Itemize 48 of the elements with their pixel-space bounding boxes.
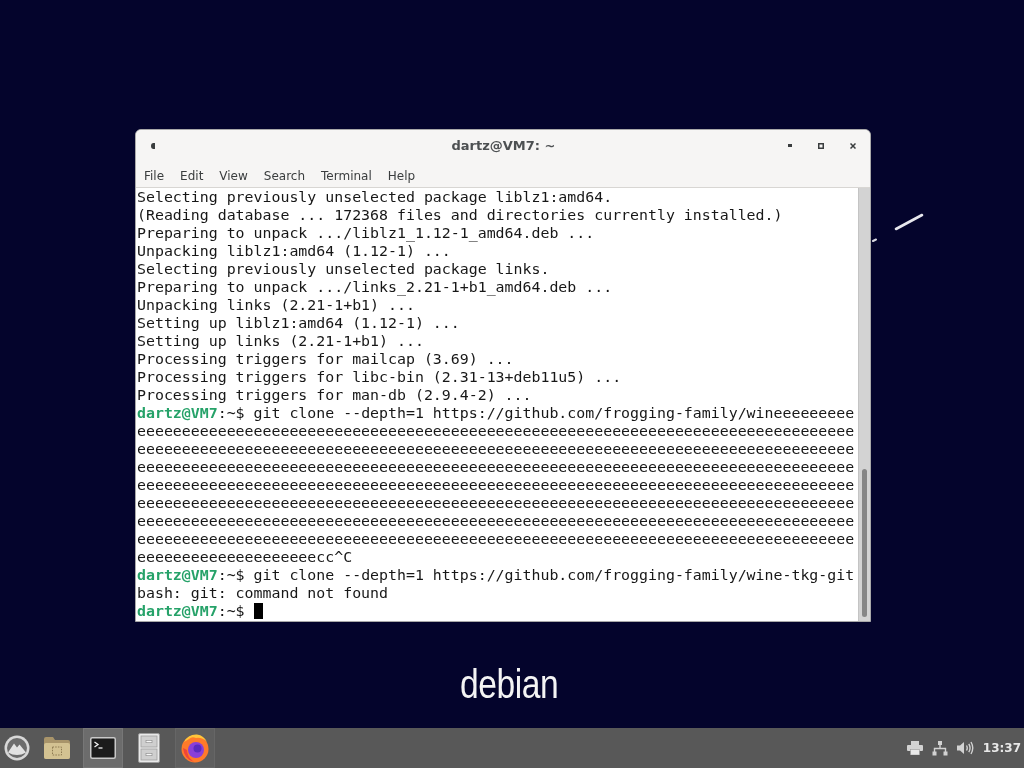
menu-item[interactable]: Edit [172,165,212,186]
menu-item[interactable]: Terminal [313,165,380,186]
network-icon[interactable] [931,740,948,756]
output-line: eeeeeeeeeeeeeeeeeeeeeeeeeeeeeeeeeeeeeeeeeeeeeeeeeeeeeeeeeeeeeeeeeeeeeeeeeeeeeeee [137,440,855,458]
light-streak-drawing [872,213,924,243]
logo-text: debian [460,664,559,704]
shell-prompt: dartz@VM7:~$ [137,566,245,584]
output-line: bash: git: command not found [137,584,389,602]
shell-prompt: dartz@VM7:~$ [137,404,245,422]
window-menu-icon[interactable] [151,142,155,149]
menu-item[interactable]: View [211,165,256,186]
output-line: Setting up links (2.21-1+b1) ... [137,332,424,350]
folder-icon[interactable] [43,736,71,760]
menu-item[interactable]: File [136,165,173,186]
output-line: Setting up liblz1:amd64 (1.12-1) ... [137,314,460,332]
output-line: eeeeeeeeeeeeeeeeeeeeeeeeeeeeeeeeeeeeeeeeeeeeeeeeeeeeeeeeeeeeeeeeeeeeeeeeeeeeeeee [137,422,855,440]
command-text: git clone --depth=1 https://github.com/frogging-family/wine-tkg-git [253,566,855,584]
output-line: Unpacking liblz1:amd64 (1.12-1) ... [137,242,451,260]
output-line: eeeeeeeeeeeeeeeeeeeeeeeeeeeeeeeeeeeeeeeeeeeeeeeeeeeeeeeeeeeeeeeeeeeeeeeeeeeeeeee [137,494,855,512]
menu-item[interactable]: Search [255,165,314,186]
output-line: Processing triggers for man-db (2.9.4-2) ... [137,386,532,404]
output-line: eeeeeeeeeeeeeeeeeeeeeeeeeeeeeeeeeeeeeeeeeeeeeeeeeeeeeeeeeeeeeeeeeeeeeeeeeeeeeeee [137,530,855,548]
mountain-circle-icon[interactable] [4,735,30,761]
output-line: eeeeeeeeeeeeeeeeeeeeeeeeeeeeeeeeeeeeeeeeeeeeeeeeeeeeeeeeeeeeeeeeeeeeeeeeeeeeeeee [137,512,855,530]
scrollbar-thumb[interactable] [862,469,867,617]
output-line: eeeeeeeeeeeeeeeeeeeeeeeeeeeeeeeeeeeeeeeeeeeeeeeeeeeeeeeeeeeeeeeeeeeeeeeeeeeeeeee [137,458,855,476]
printer-icon[interactable] [906,741,923,755]
shell-prompt: dartz@VM7:~$ [137,602,245,620]
scrollbar-track[interactable] [858,188,870,621]
taskbar-button[interactable] [83,728,123,768]
window-title: dartz@VM7: ~ [451,138,556,153]
output-line: Selecting previously unselected package links. [137,260,550,278]
maximize-icon[interactable] [818,142,824,149]
output-line: Preparing to unpack .../links_2.21-1+b1_amd64.deb ... [137,278,613,296]
output-line: eeeeeeeeeeeeeeeeeeeecc^C [137,548,353,566]
output-line: Selecting previously unselected package liblz1:amd64. [137,188,613,206]
output-line: Processing triggers for mailcap (3.69) ... [137,350,514,368]
volume-icon[interactable] [956,741,974,755]
clock-text[interactable]: 13:37 [982,741,1021,755]
output-line: eeeeeeeeeeeeeeeeeeeeeeeeeeeeeeeeeeeeeeeeeeeeeeeeeeeeeeeeeeeeeeeeeeeeeeeeeeeeeeee [137,476,855,494]
command-text: git clone --depth=1 https://github.com/frogging-family/wineeeeeeeee [253,404,855,422]
terminal-icon[interactable] [90,737,116,759]
output-line: Unpacking links (2.21-1+b1) ... [137,296,415,314]
close-icon[interactable] [850,142,856,149]
output-line: (Reading database ... 172368 files and directories currently installed.) [137,206,783,224]
output-line: Processing triggers for libc-bin (2.31-13+deb11u5) ... [137,368,622,386]
output-line: Preparing to unpack .../liblz1_1.12-1_amd64.deb ... [137,224,595,242]
menu-item[interactable]: Help [379,165,424,186]
